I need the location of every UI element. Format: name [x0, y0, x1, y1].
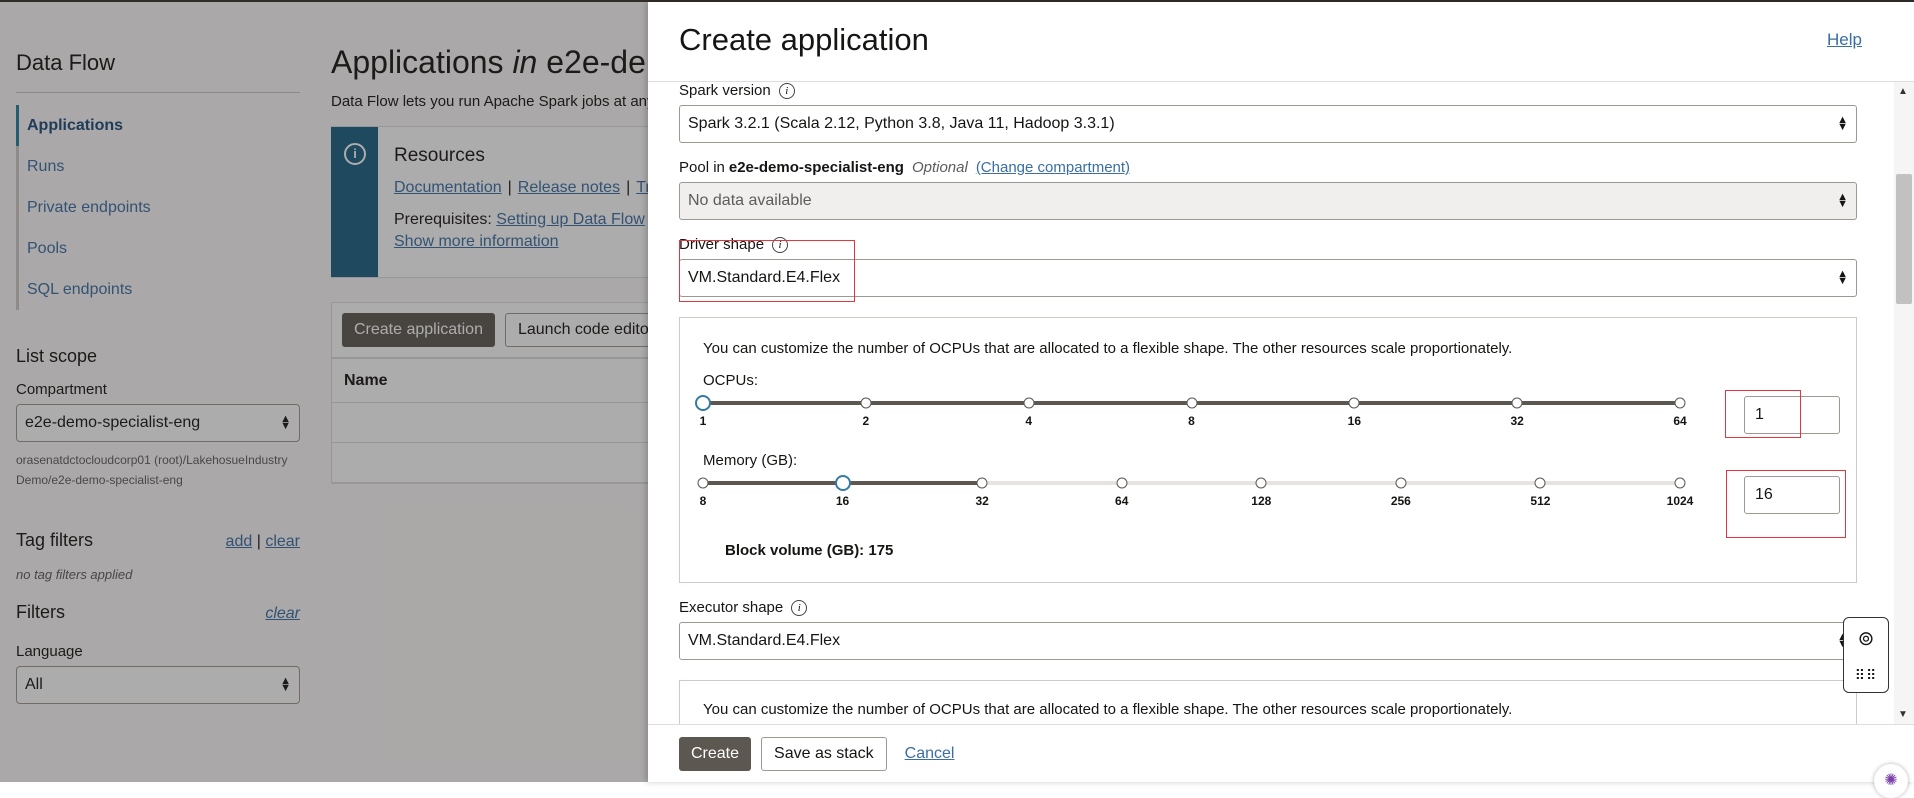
executor-shape-value: VM.Standard.E4.Flex: [688, 632, 841, 649]
memory-slider-tick-label: 64: [1115, 494, 1129, 508]
highlight-memory-input: [1726, 470, 1846, 538]
chevron-updown-icon: ▲▼: [1837, 114, 1848, 133]
scroll-up-icon[interactable]: ▲: [1898, 86, 1908, 97]
pool-label: Pool in e2e-demo-specialist-eng Optional …: [679, 159, 1131, 176]
driver-shape-config: You can customize the number of OCPUs th…: [679, 317, 1857, 583]
executor-shape-label: Executor shape i: [679, 599, 1857, 616]
memory-slider-stop[interactable]: [1674, 477, 1686, 489]
memory-slider-tick-label: 1024: [1666, 494, 1694, 508]
executor-shape-config: You can customize the number of OCPUs th…: [679, 680, 1857, 724]
change-compartment-link[interactable]: (Change compartment): [976, 159, 1130, 176]
memory-slider-thumb[interactable]: [834, 475, 851, 491]
chevron-updown-icon: ▲▼: [1837, 191, 1848, 210]
modal-overlay[interactable]: [0, 2, 648, 798]
pool-select[interactable]: No data available ▲ ▼: [679, 182, 1857, 220]
memory-slider-tick-label: 8: [699, 494, 707, 508]
spark-version-value: Spark 3.2.1 (Scala 2.12, Python 3.8, Jav…: [688, 115, 1115, 132]
brain-icon[interactable]: ✺: [1874, 764, 1908, 798]
memory-slider-tick-label: 512: [1530, 494, 1551, 508]
info-icon[interactable]: i: [791, 599, 808, 616]
executor-shape-select[interactable]: VM.Standard.E4.Flex ▲▼: [679, 622, 1857, 660]
memory-slider-stop[interactable]: [1255, 477, 1267, 489]
highlight-driver-shape: [679, 240, 855, 302]
memory-slider-stop[interactable]: [1534, 477, 1546, 489]
help-link[interactable]: Help: [1827, 30, 1862, 50]
panel-title: Create application: [679, 22, 929, 57]
panel-header: Create application Help: [648, 2, 1914, 82]
executor-shape-description: You can customize the number of OCPUs th…: [703, 701, 1513, 718]
memory-slider-stop[interactable]: [1395, 477, 1407, 489]
block-volume-text: Block volume (GB): 175: [725, 542, 894, 559]
memory-slider-stop[interactable]: [697, 477, 709, 489]
memory-slider-tick-label: 128: [1251, 494, 1272, 508]
lifebuoy-icon[interactable]: ⊚: [1858, 626, 1875, 651]
panel-scrollbar[interactable]: ▲ ▼: [1894, 82, 1914, 724]
spark-version-select[interactable]: Spark 3.2.1 (Scala 2.12, Python 3.8, Jav…: [679, 105, 1857, 143]
memory-slider-stop[interactable]: [976, 477, 988, 489]
memory-slider-tick-label: 256: [1390, 494, 1411, 508]
page-footer: [0, 782, 1914, 798]
info-icon[interactable]: i: [778, 82, 795, 99]
help-widget[interactable]: ⊚ ⠿⠿: [1843, 617, 1889, 693]
chevron-updown-icon: ▲▼: [1837, 268, 1848, 287]
apps-grid-icon[interactable]: ⠿⠿: [1855, 667, 1878, 684]
panel-body: Spark version i Spark 3.2.1 (Scala 2.12, …: [679, 82, 1859, 724]
memory-slider-tick-label: 32: [975, 494, 989, 508]
spark-version-label: Spark version i: [679, 82, 1857, 99]
cancel-link[interactable]: Cancel: [905, 745, 955, 763]
memory-slider-stop[interactable]: [1116, 477, 1128, 489]
scroll-down-icon[interactable]: ▼: [1898, 709, 1908, 720]
save-as-stack-button[interactable]: Save as stack: [761, 736, 887, 771]
driver-shape-select[interactable]: VM.Standard.E4.Flex ▲ ▼: [679, 259, 1857, 297]
optional-label: Optional: [911, 159, 968, 176]
memory-slider-tick-label: 16: [835, 494, 850, 508]
pool-value: No data available: [688, 192, 812, 209]
panel-footer: Create Save as stack Cancel: [648, 724, 1914, 782]
driver-shape-label: Driver shape i: [679, 236, 1857, 253]
create-button[interactable]: Create: [679, 736, 752, 771]
highlight-ocpu-input: [1725, 390, 1801, 438]
scrollbar-thumb[interactable]: [1896, 174, 1912, 304]
memory-slider[interactable]: 8 16 32 64 128 256 512 1024: [680, 318, 1720, 518]
